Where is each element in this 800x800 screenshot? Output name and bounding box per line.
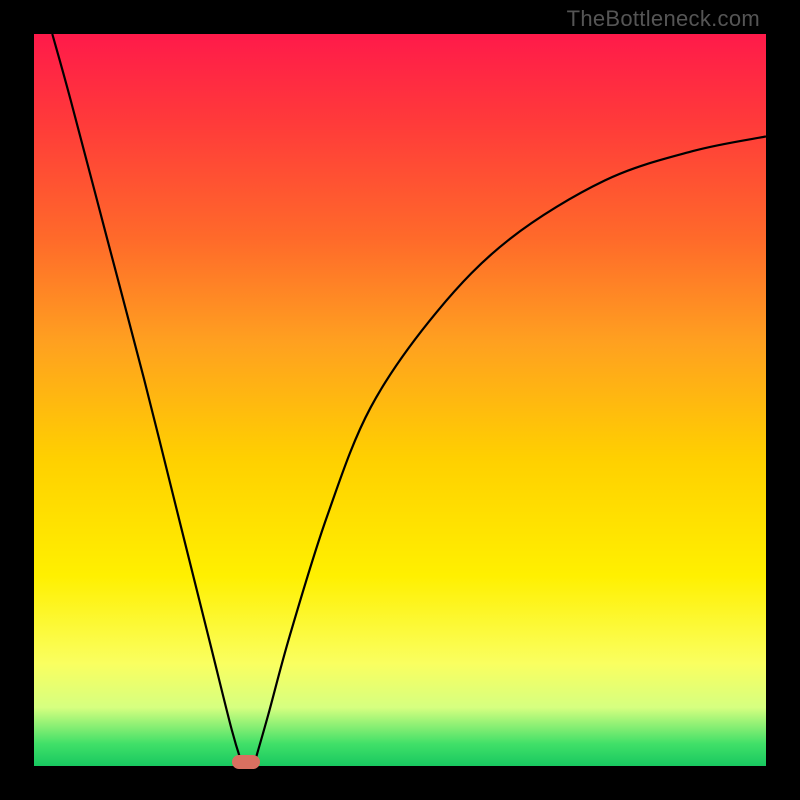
- chart-frame: TheBottleneck.com: [0, 0, 800, 800]
- curve-right-branch: [254, 136, 766, 766]
- curve-left-branch: [52, 34, 242, 766]
- min-marker: [232, 755, 260, 769]
- watermark-text: TheBottleneck.com: [567, 6, 760, 32]
- curve-layer: [34, 34, 766, 766]
